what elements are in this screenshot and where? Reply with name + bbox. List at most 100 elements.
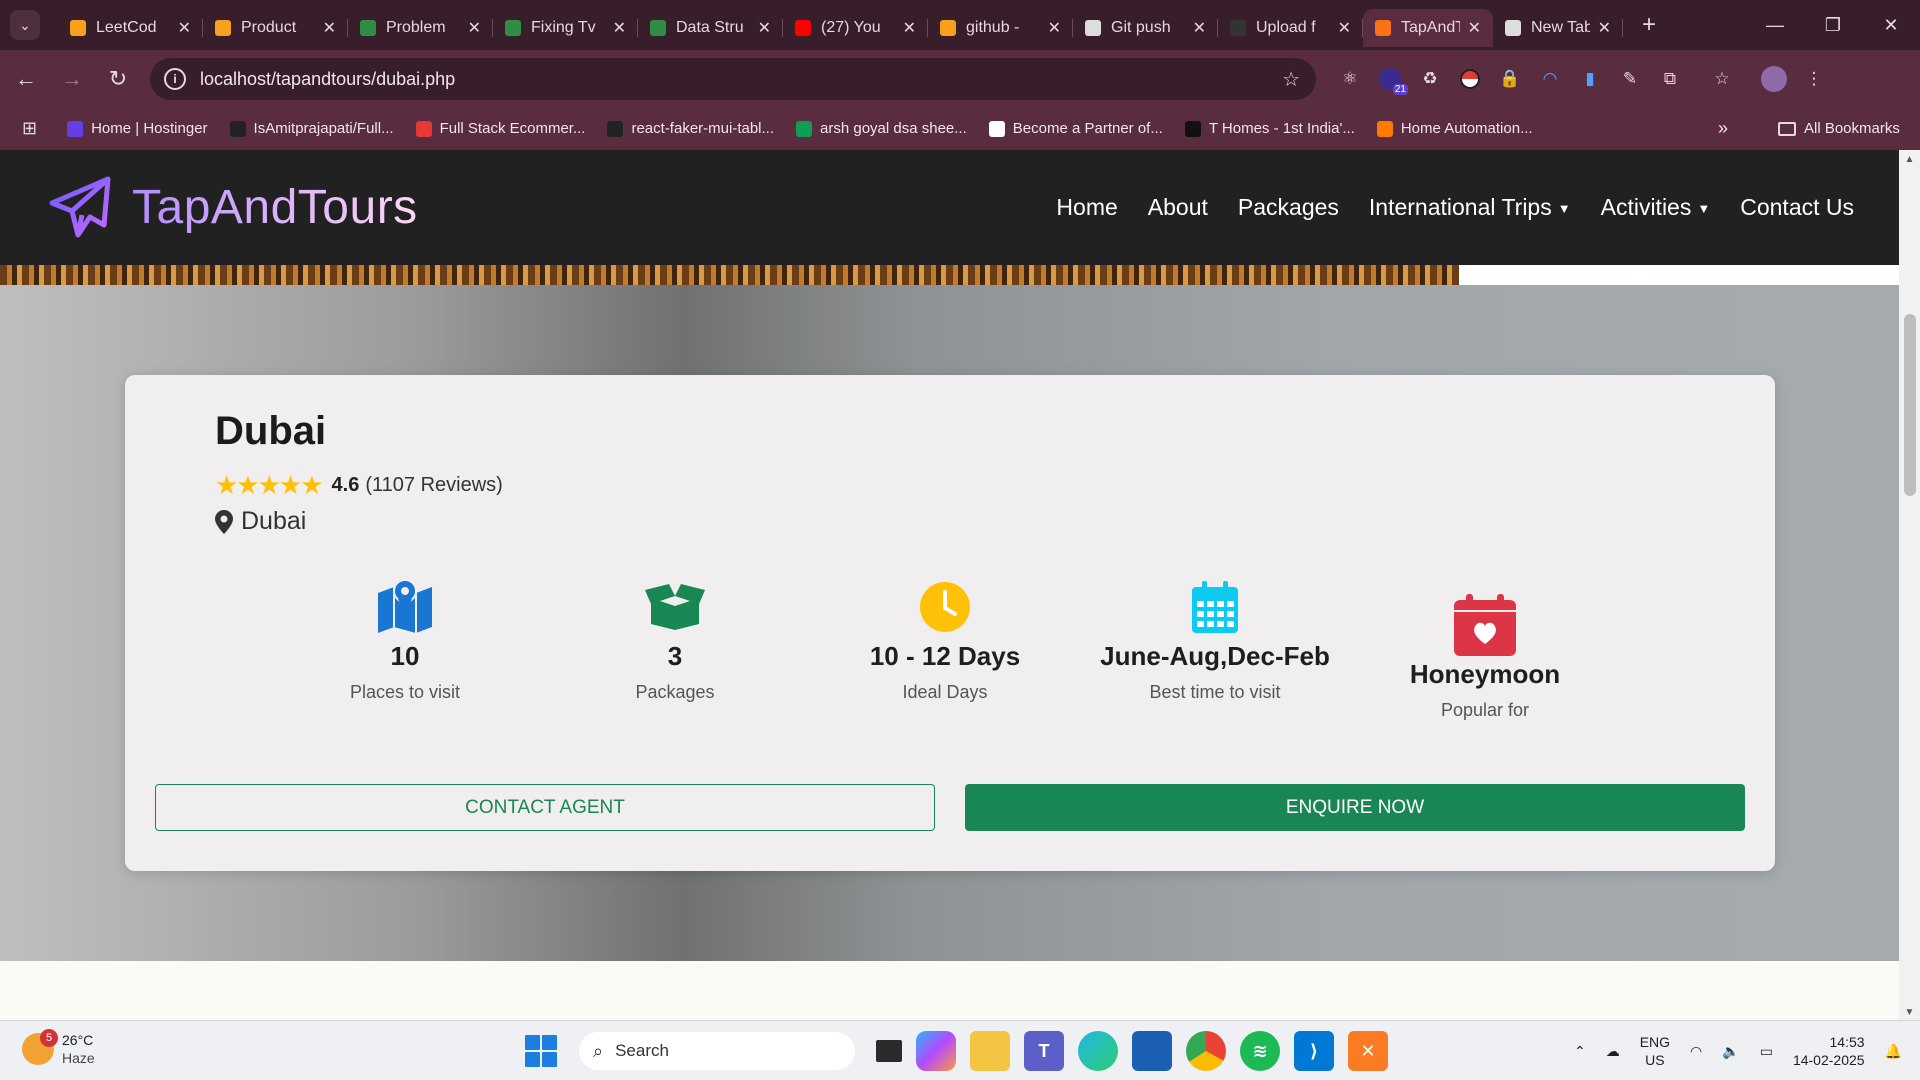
address-bar[interactable]: i localhost/tapandtours/dubai.php ☆ <box>150 58 1316 100</box>
scrollbar-thumb[interactable] <box>1904 314 1916 496</box>
cloud-sync-icon[interactable]: ☁ <box>1606 1042 1620 1060</box>
language-indicator[interactable]: ENG US <box>1640 1033 1670 1069</box>
lock-icon[interactable]: 🔒 <box>1492 61 1528 97</box>
tab-close-icon[interactable]: ✕ <box>323 18 336 38</box>
bookmark-label: Home Automation... <box>1400 120 1533 137</box>
browser-tab[interactable]: New Tab ✕ <box>1493 9 1623 47</box>
browser-tab[interactable]: Git push ✕ <box>1073 9 1218 47</box>
stat-item: 10 - 12 Days Ideal Days <box>810 575 1080 703</box>
url-text[interactable]: localhost/tapandtours/dubai.php <box>200 69 455 90</box>
task-view-icon[interactable] <box>876 1040 902 1062</box>
document-icon[interactable]: ▮ <box>1572 61 1608 97</box>
speedometer-icon[interactable]: ◠ <box>1532 61 1568 97</box>
site-logo[interactable]: TapAndTours <box>46 173 418 243</box>
nav-link[interactable]: Packages <box>1238 194 1339 221</box>
spotify-icon[interactable]: ≋ <box>1240 1031 1280 1071</box>
minimize-button[interactable]: — <box>1746 0 1804 50</box>
scroll-up-arrow-icon[interactable]: ▲ <box>1899 154 1920 165</box>
bookmark-item[interactable]: arsh goyal dsa shee... <box>796 120 967 137</box>
caret-down-icon: ▼ <box>1697 201 1711 217</box>
teams-icon[interactable]: T <box>1024 1031 1064 1071</box>
tab-search-button[interactable]: ⌄ <box>10 10 40 40</box>
bookmark-item[interactable]: react-faker-mui-tabl... <box>607 120 774 137</box>
pokeball-icon[interactable] <box>1452 61 1488 97</box>
back-button[interactable]: ← <box>6 59 46 99</box>
browser-menu-icon[interactable]: ⋮ <box>1796 61 1832 97</box>
browser-tab[interactable]: Data Stru ✕ <box>638 9 783 47</box>
browser-tab[interactable]: Fixing Tv ✕ <box>493 9 638 47</box>
bookmarks-manager-icon[interactable]: ☆ <box>1704 61 1740 97</box>
taskbar-search[interactable]: ⌕ Search <box>579 1032 855 1070</box>
bookmark-item[interactable]: T Homes - 1st India'... <box>1184 120 1355 137</box>
react-devtools-icon[interactable]: ⚛ <box>1332 61 1368 97</box>
profile-avatar[interactable] <box>1756 61 1792 97</box>
tab-close-icon[interactable]: ✕ <box>178 18 191 38</box>
tab-close-icon[interactable]: ✕ <box>468 18 481 38</box>
bookmark-label: IsAmitprajapati/Full... <box>253 120 394 137</box>
xampp-icon[interactable]: ✕ <box>1348 1031 1388 1071</box>
bookmark-item[interactable]: Become a Partner of... <box>988 120 1163 137</box>
browser-tab[interactable]: (27) You ✕ <box>783 9 928 47</box>
tab-close-icon[interactable]: ✕ <box>1468 18 1481 38</box>
browser-tab[interactable]: TapAndT ✕ <box>1363 9 1493 47</box>
nav-link[interactable]: International Trips ▼ <box>1369 194 1571 221</box>
volume-icon[interactable]: 🔈 <box>1722 1042 1739 1060</box>
page-scrollbar[interactable]: ▲ ▼ <box>1899 150 1920 1020</box>
tray-chevron-icon[interactable]: ⌃ <box>1574 1042 1586 1060</box>
scroll-down-arrow-icon[interactable]: ▼ <box>1899 1007 1920 1018</box>
rating-stars-icon: ★★★★★ <box>215 470 324 500</box>
vscode-icon[interactable]: ⟩ <box>1294 1031 1334 1071</box>
nav-link[interactable]: Activities ▼ <box>1601 194 1711 221</box>
store-icon[interactable] <box>1132 1031 1172 1071</box>
puzzle-icon[interactable]: ⧉ <box>1652 61 1688 97</box>
browser-tab[interactable]: LeetCod ✕ <box>58 9 203 47</box>
copilot-icon[interactable] <box>916 1031 956 1071</box>
bookmark-favicon-icon <box>415 120 432 137</box>
restore-button[interactable]: ❐ <box>1804 0 1862 50</box>
eyedropper-icon[interactable]: ✎ <box>1612 61 1648 97</box>
weather-widget[interactable]: 5 26°C Haze <box>22 1029 95 1067</box>
weather-icon: 5 <box>22 1029 58 1065</box>
tab-favicon-icon <box>650 20 666 36</box>
clock[interactable]: 14:53 14-02-2025 <box>1793 1033 1865 1069</box>
notification-bell-icon[interactable]: 🔔 <box>1885 1042 1902 1060</box>
recycle-icon[interactable]: ♻ <box>1412 61 1448 97</box>
battery-icon[interactable]: ▭ <box>1760 1042 1773 1060</box>
forward-button[interactable]: → <box>52 59 92 99</box>
bookmark-item[interactable]: Home | Hostinger <box>67 120 208 137</box>
nav-link[interactable]: Contact Us <box>1740 194 1854 221</box>
tab-favicon-icon <box>1230 20 1246 36</box>
browser-tab[interactable]: github - ✕ <box>928 9 1073 47</box>
bookmark-item[interactable]: IsAmitprajapati/Full... <box>229 120 394 137</box>
wifi-icon[interactable]: ◠ <box>1690 1042 1702 1060</box>
tab-close-icon[interactable]: ✕ <box>758 18 771 38</box>
tab-close-icon[interactable]: ✕ <box>1193 18 1206 38</box>
new-tab-button[interactable]: + <box>1631 7 1667 43</box>
extension-badge-icon[interactable]: 21 <box>1372 61 1408 97</box>
apps-grid-icon[interactable]: ⊞ <box>22 118 37 139</box>
browser-tab[interactable]: Problem ✕ <box>348 9 493 47</box>
tab-close-icon[interactable]: ✕ <box>1598 18 1611 38</box>
browser-tab[interactable]: Upload f ✕ <box>1218 9 1363 47</box>
nav-link[interactable]: Home <box>1056 194 1117 221</box>
edge-icon[interactable] <box>1078 1031 1118 1071</box>
tab-close-icon[interactable]: ✕ <box>1048 18 1061 38</box>
reload-button[interactable]: ↻ <box>98 59 138 99</box>
chrome-icon[interactable] <box>1186 1031 1226 1071</box>
browser-tab[interactable]: Product ✕ <box>203 9 348 47</box>
tab-close-icon[interactable]: ✕ <box>613 18 626 38</box>
windows-start-icon[interactable] <box>525 1035 557 1067</box>
site-info-icon[interactable]: i <box>164 68 186 90</box>
tab-close-icon[interactable]: ✕ <box>903 18 916 38</box>
enquire-now-button[interactable]: ENQUIRE NOW <box>965 784 1745 831</box>
bookmark-star-icon[interactable]: ☆ <box>1282 67 1300 92</box>
contact-agent-button[interactable]: CONTACT AGENT <box>155 784 935 831</box>
tab-close-icon[interactable]: ✕ <box>1338 18 1351 38</box>
nav-link[interactable]: About <box>1148 194 1208 221</box>
bookmark-item[interactable]: Home Automation... <box>1376 120 1533 137</box>
close-window-button[interactable]: ✕ <box>1862 0 1920 50</box>
all-bookmarks[interactable]: All Bookmarks <box>1778 120 1900 137</box>
bookmark-item[interactable]: Full Stack Ecommer... <box>415 120 585 137</box>
more-bookmarks-icon[interactable]: » <box>1718 118 1728 139</box>
file-explorer-icon[interactable] <box>970 1031 1010 1071</box>
